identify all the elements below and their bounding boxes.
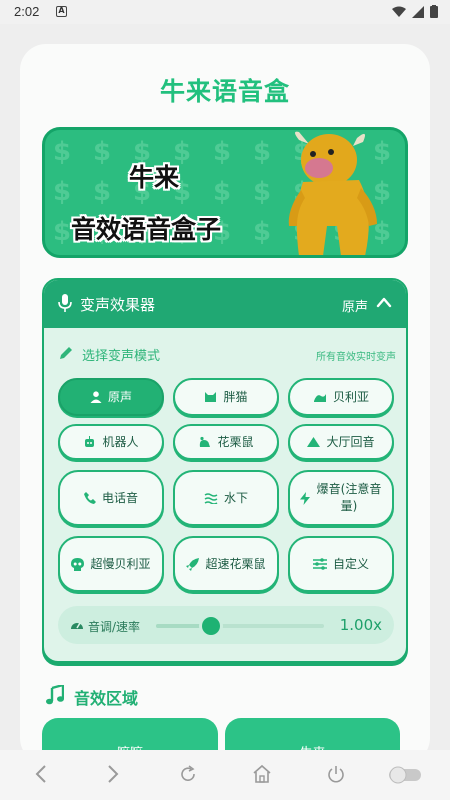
pitch-value: 1.00x bbox=[339, 616, 382, 634]
phone-icon bbox=[83, 492, 96, 504]
mode-button-custom[interactable]: 自定义 bbox=[288, 536, 394, 592]
mode-button-label: 电话音 bbox=[101, 490, 138, 505]
rocket-icon bbox=[186, 557, 200, 571]
sliders-icon bbox=[312, 558, 327, 570]
app-title: 牛来语音盒 bbox=[159, 77, 290, 106]
robot-icon bbox=[85, 436, 95, 447]
mode-button-label: 水下 bbox=[223, 490, 248, 505]
microphone-icon bbox=[58, 294, 72, 312]
mountain-icon bbox=[307, 437, 321, 447]
mode-button-label: 机器人 bbox=[102, 434, 139, 449]
status-time: 2:02 bbox=[14, 4, 40, 19]
mode-select-row: 选择变声模式 所有音效实时变声 bbox=[58, 344, 396, 364]
power-icon[interactable] bbox=[326, 764, 346, 784]
mode-button-robot[interactable]: 机器人 bbox=[58, 424, 164, 460]
system-icons bbox=[392, 5, 438, 18]
mode-button-label: 爆音(注意音量) bbox=[316, 482, 382, 513]
mode-button-ultra-slow-belial[interactable]: 超慢贝利亚 bbox=[58, 536, 164, 592]
pitch-label: 音调/速率 bbox=[88, 620, 141, 634]
wifi-icon bbox=[392, 6, 406, 17]
toggle-switch-icon[interactable] bbox=[388, 766, 422, 784]
chevron-up-icon[interactable] bbox=[376, 296, 392, 308]
mode-button-label: 花栗鼠 bbox=[217, 434, 254, 449]
bolt-icon bbox=[300, 491, 310, 505]
wave-icon bbox=[313, 394, 326, 402]
banner-line1: 牛来 bbox=[129, 163, 180, 192]
mode-label: 选择变声模式 bbox=[82, 349, 161, 364]
mode-button-label: 大厅回音 bbox=[326, 434, 375, 449]
skull-icon bbox=[71, 557, 85, 571]
bull-mascot-image bbox=[288, 131, 377, 255]
home-icon[interactable] bbox=[252, 764, 272, 784]
mode-button-original[interactable]: 原声 bbox=[58, 378, 164, 416]
sfx-area-title: 音效区域 bbox=[74, 689, 139, 708]
mode-button-distortion[interactable]: 爆音(注意音量) bbox=[288, 470, 394, 526]
signal-icon bbox=[412, 5, 424, 18]
notification-icon: A bbox=[56, 6, 67, 17]
mode-button-label: 超速花栗鼠 bbox=[205, 556, 266, 571]
gauge-icon bbox=[71, 622, 83, 629]
panel-title: 变声效果器 bbox=[80, 296, 156, 314]
refresh-icon[interactable] bbox=[178, 764, 198, 784]
banner: $ 牛来 音效语音盒子 bbox=[42, 127, 408, 258]
mode-button-telephone[interactable]: 电话音 bbox=[58, 470, 164, 526]
chipmunk-icon bbox=[200, 436, 211, 447]
pitch-slider-track[interactable] bbox=[156, 617, 324, 635]
panel-header[interactable]: 变声效果器 原声 bbox=[44, 280, 406, 328]
mode-button-chipmunk[interactable]: 花栗鼠 bbox=[173, 424, 279, 460]
music-note-icon bbox=[46, 685, 64, 705]
back-arrow-icon[interactable] bbox=[34, 764, 48, 784]
mode-button-underwater[interactable]: 水下 bbox=[173, 470, 279, 526]
mode-button-label: 贝利亚 bbox=[332, 389, 369, 404]
forward-arrow-icon[interactable] bbox=[106, 764, 120, 784]
mode-button-label: 原声 bbox=[107, 389, 132, 404]
pitch-speed-slider-row: 音调/速率 1.00x bbox=[58, 606, 394, 644]
person-icon bbox=[90, 391, 102, 403]
mode-hint: 所有音效实时变声 bbox=[316, 352, 396, 363]
water-icon bbox=[204, 493, 218, 504]
banner-line2: 音效语音盒子 bbox=[71, 215, 222, 244]
status-bar: 2:02 A bbox=[0, 0, 450, 24]
mode-button-hall-echo[interactable]: 大厅回音 bbox=[288, 424, 394, 460]
browser-nav-bar bbox=[0, 750, 450, 800]
battery-icon bbox=[430, 5, 438, 18]
pencil-icon bbox=[60, 347, 72, 359]
mode-button-label: 超慢贝利亚 bbox=[90, 556, 151, 571]
cat-icon bbox=[205, 392, 217, 402]
mode-button-belial[interactable]: 贝利亚 bbox=[288, 378, 394, 416]
pitch-slider-thumb[interactable] bbox=[202, 617, 221, 635]
voice-changer-panel: 变声效果器 原声 选择变声模式 所有音效实时变声 原声 胖猫 贝利亚 机器人 花… bbox=[42, 278, 408, 663]
mode-button-ultra-fast-chipmunk[interactable]: 超速花栗鼠 bbox=[173, 536, 279, 592]
current-effect-label: 原声 bbox=[341, 300, 368, 315]
mode-button-label: 自定义 bbox=[332, 556, 369, 571]
mode-button-label: 胖猫 bbox=[223, 389, 248, 404]
mode-button-fat-cat[interactable]: 胖猫 bbox=[173, 378, 279, 416]
